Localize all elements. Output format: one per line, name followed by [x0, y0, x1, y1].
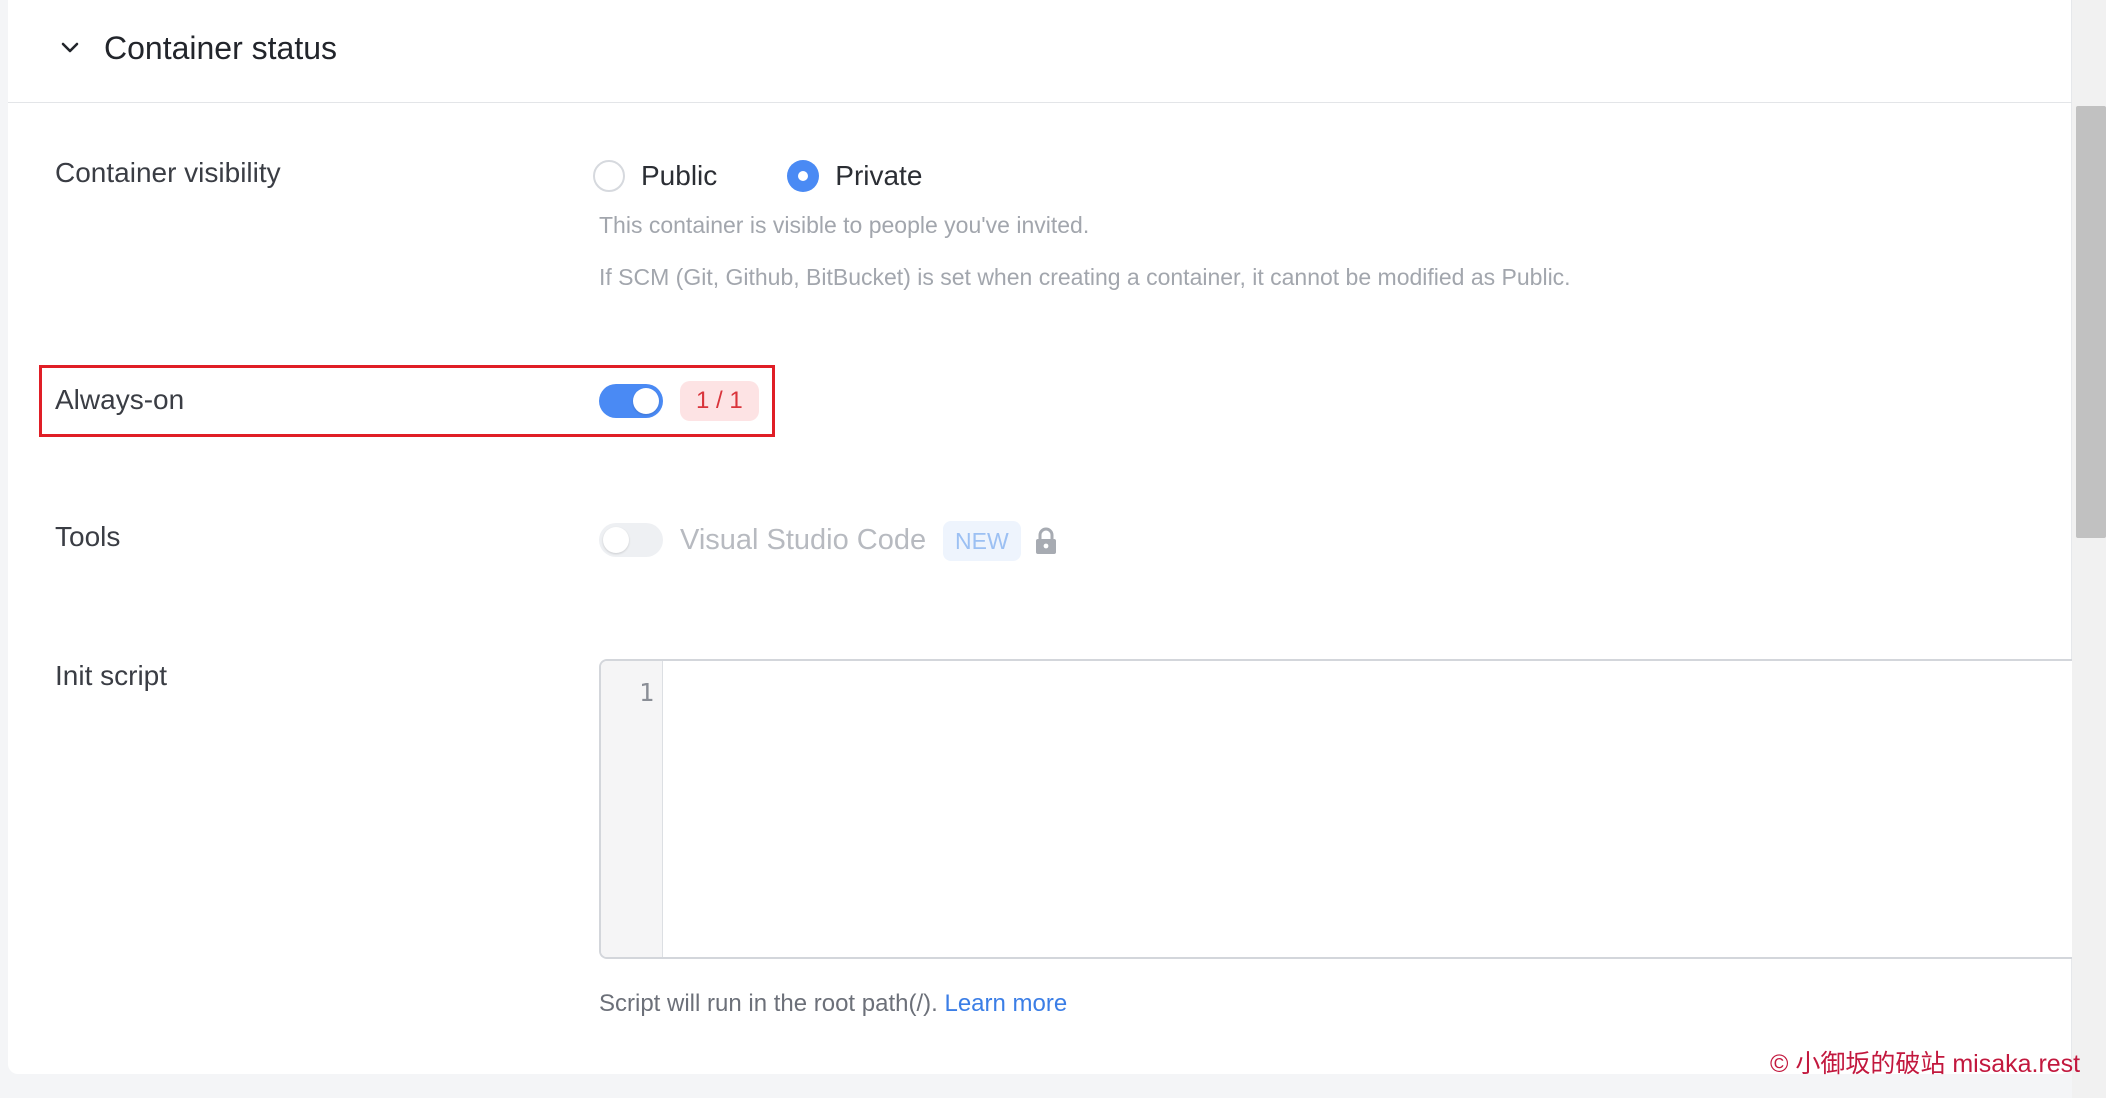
toggle-knob	[633, 388, 659, 414]
radio-public[interactable]: Public	[593, 160, 717, 192]
watermark: © 小御坂的破站 misaka.rest	[1770, 1050, 2081, 1078]
init-script-help-text: Script will run in the root path(/).	[599, 990, 938, 1017]
radio-public-circle[interactable]	[593, 160, 625, 192]
line-number: 1	[638, 678, 654, 707]
visibility-radio-group: Public Private	[593, 158, 992, 194]
section-header[interactable]: Container status	[8, 0, 2072, 103]
settings-panel: Container status Container visibility Pu…	[8, 0, 2079, 1074]
lock-icon	[1036, 527, 1056, 554]
editor-gutter: 1	[601, 661, 663, 957]
radio-public-label[interactable]: Public	[641, 160, 717, 192]
chevron-down-icon[interactable]	[58, 36, 82, 60]
vscode-toggle[interactable]	[599, 523, 663, 557]
visibility-label: Container visibility	[55, 157, 281, 188]
visibility-help-line-2: If SCM (Git, Github, BitBucket) is set w…	[599, 264, 1571, 290]
scrollbar-thumb[interactable]	[2076, 106, 2106, 538]
visibility-help-line-1: This container is visible to people you'…	[599, 212, 1090, 238]
always-on-count-badge: 1 / 1	[680, 381, 759, 421]
tools-label: Tools	[55, 521, 121, 552]
toggle-knob	[603, 527, 629, 553]
learn-more-link[interactable]: Learn more	[944, 990, 1067, 1017]
radio-private-label[interactable]: Private	[835, 160, 922, 192]
radio-private[interactable]: Private	[787, 160, 922, 192]
always-on-toggle[interactable]	[599, 384, 663, 418]
always-on-label: Always-on	[55, 384, 185, 415]
new-badge: NEW	[943, 521, 1021, 561]
vscode-label: Visual Studio Code	[680, 524, 927, 556]
section-title: Container status	[104, 30, 338, 66]
init-script-help: Script will run in the root path(/). Lea…	[599, 988, 1067, 1020]
radio-private-circle[interactable]	[787, 160, 820, 192]
init-script-editor[interactable]: 1	[599, 659, 2079, 959]
init-script-label: Init script	[55, 660, 168, 691]
code-area[interactable]	[664, 661, 2079, 957]
